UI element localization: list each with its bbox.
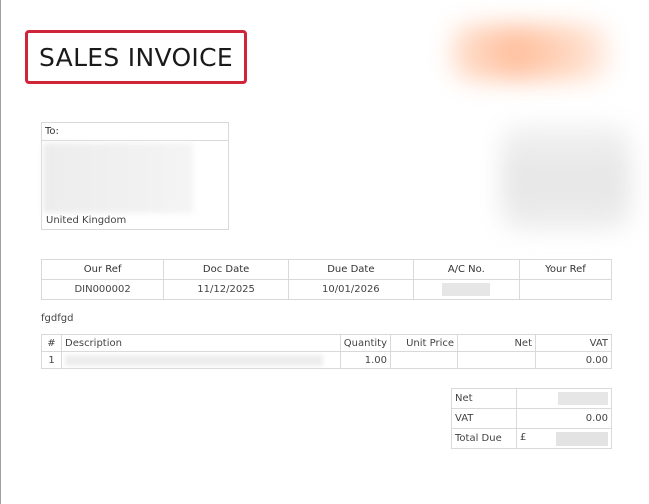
header-your-ref: Your Ref	[518, 259, 613, 280]
reference-header-row: Our Ref Doc Date Due Date A/C No. Your R…	[40, 259, 613, 280]
to-country: United Kingdom	[46, 215, 127, 226]
totals-table: Net VAT 0.00 Total Due £	[451, 388, 612, 449]
total-due-label: Total Due	[451, 428, 517, 449]
invoice-title: SALES INVOICE	[39, 42, 233, 72]
header-description: Description	[61, 334, 341, 352]
totals-net-row: Net	[451, 388, 612, 409]
due-date-value: 10/01/2026	[287, 279, 414, 300]
total-due-redacted	[556, 431, 608, 446]
our-ref-value: DIN000002	[40, 279, 165, 300]
invoice-note: fgdfgd	[41, 313, 74, 324]
row-number: 1	[41, 351, 62, 369]
header-net: Net	[457, 334, 536, 352]
header-quantity: Quantity	[339, 334, 392, 352]
header-number: #	[41, 334, 62, 352]
doc-date-value: 11/12/2025	[163, 279, 289, 300]
company-logo-redacted	[451, 25, 611, 80]
row-unit-price	[390, 351, 458, 369]
header-ac-no: A/C No.	[412, 259, 520, 280]
header-vat: VAT	[535, 334, 612, 352]
currency-symbol: £	[520, 431, 527, 443]
reference-value-row: DIN000002 11/12/2025 10/01/2026	[40, 279, 613, 300]
reference-table: Our Ref Doc Date Due Date A/C No. Your R…	[40, 259, 613, 300]
to-label: To:	[42, 123, 228, 141]
header-unit-price: Unit Price	[390, 334, 458, 352]
row-quantity: 1.00	[339, 351, 392, 369]
vat-value: 0.00	[516, 408, 612, 429]
row-net	[457, 351, 536, 369]
ac-no-redacted	[442, 283, 491, 296]
net-redacted	[558, 392, 608, 405]
totals-vat-row: VAT 0.00	[451, 408, 612, 429]
header-our-ref: Our Ref	[40, 259, 165, 280]
line-items-table: # Description Quantity Unit Price Net VA…	[41, 334, 612, 369]
to-address-redacted	[43, 143, 193, 213]
invoice-title-box[interactable]: SALES INVOICE	[25, 30, 247, 84]
net-label: Net	[451, 388, 517, 409]
net-value	[516, 388, 612, 409]
total-due-value: £	[516, 428, 612, 449]
company-address-redacted	[501, 125, 631, 230]
invoice-page: SALES INVOICE To: United Kingdom Our Ref…	[0, 0, 649, 504]
header-doc-date: Doc Date	[163, 259, 289, 280]
description-redacted	[65, 354, 324, 366]
to-address-box: To: United Kingdom	[41, 122, 229, 230]
your-ref-value	[518, 279, 613, 300]
header-due-date: Due Date	[287, 259, 414, 280]
ac-no-value	[412, 279, 520, 300]
table-row[interactable]: 1 1.00 0.00	[41, 351, 612, 369]
line-items-header-row: # Description Quantity Unit Price Net VA…	[41, 334, 612, 352]
row-vat: 0.00	[535, 351, 612, 369]
totals-due-row: Total Due £	[451, 428, 612, 449]
row-description	[61, 351, 341, 369]
vat-label: VAT	[451, 408, 517, 429]
